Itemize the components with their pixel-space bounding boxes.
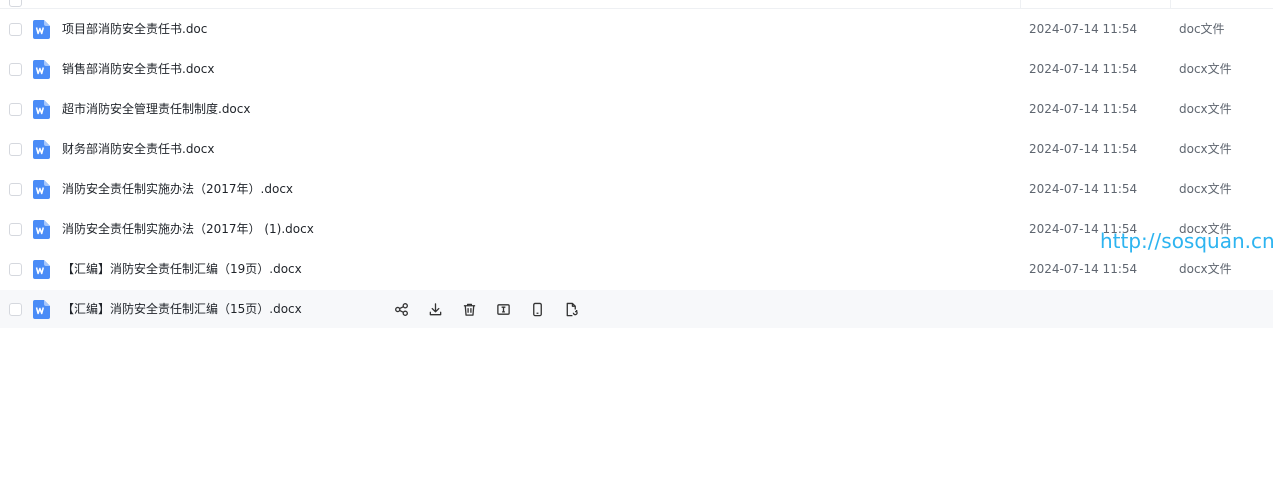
row-checkbox[interactable] (9, 183, 22, 196)
file-name[interactable]: 【汇编】消防安全责任制汇编（15页）.docx (62, 301, 302, 317)
file-type: docx文件 (1179, 142, 1232, 156)
modified-date: 2024-07-14 11:54 (1029, 62, 1138, 76)
word-file-icon (33, 260, 50, 279)
row-checkbox[interactable] (9, 303, 22, 316)
file-type: docx文件 (1179, 262, 1232, 276)
modified-date: 2024-07-14 11:54 (1029, 142, 1138, 156)
table-row[interactable]: 消防安全责任制实施办法（2017年）.docx 2024-07-14 11:54… (0, 170, 1273, 208)
watermark-text: http://sosquan.cn (1100, 229, 1273, 253)
row-checkbox[interactable] (9, 103, 22, 116)
row-checkbox[interactable] (9, 143, 22, 156)
download-icon[interactable] (426, 300, 444, 318)
share-icon[interactable] (392, 300, 410, 318)
row-checkbox[interactable] (9, 223, 22, 236)
mobile-icon[interactable] (528, 300, 546, 318)
row-checkbox[interactable] (9, 263, 22, 276)
modified-date: 2024-07-14 11:54 (1029, 102, 1138, 116)
table-row[interactable]: 项目部消防安全责任书.doc 2024-07-14 11:54 doc文件 (0, 10, 1273, 48)
table-row[interactable]: 销售部消防安全责任书.docx 2024-07-14 11:54 docx文件 (0, 50, 1273, 88)
modified-date: 2024-07-14 11:54 (1029, 22, 1138, 36)
select-all-checkbox[interactable] (9, 0, 22, 7)
delete-icon[interactable] (460, 300, 478, 318)
file-name[interactable]: 财务部消防安全责任书.docx (62, 141, 214, 157)
word-file-icon (33, 100, 50, 119)
modified-date: 2024-07-14 11:54 (1029, 182, 1138, 196)
file-name[interactable]: 销售部消防安全责任书.docx (62, 61, 214, 77)
file-name[interactable]: 超市消防安全管理责任制制度.docx (62, 101, 250, 117)
file-name[interactable]: 消防安全责任制实施办法（2017年）.docx (62, 181, 293, 197)
row-checkbox[interactable] (9, 23, 22, 36)
table-row[interactable]: 消防安全责任制实施办法（2017年） (1).docx 2024-07-14 1… (0, 210, 1273, 248)
table-header (0, 0, 1273, 9)
column-divider (1020, 0, 1021, 9)
word-file-icon (33, 180, 50, 199)
rename-icon[interactable] (494, 300, 512, 318)
file-name[interactable]: 【汇编】消防安全责任制汇编（19页）.docx (62, 261, 302, 277)
word-file-icon (33, 300, 50, 319)
table-row[interactable]: 财务部消防安全责任书.docx 2024-07-14 11:54 docx文件 (0, 130, 1273, 168)
file-type: doc文件 (1179, 22, 1225, 36)
row-checkbox[interactable] (9, 63, 22, 76)
modified-date: 2024-07-14 11:54 (1029, 262, 1138, 276)
word-file-icon (33, 20, 50, 39)
file-type: docx文件 (1179, 182, 1232, 196)
word-file-icon (33, 140, 50, 159)
file-type: docx文件 (1179, 62, 1232, 76)
table-row[interactable]: 超市消防安全管理责任制制度.docx 2024-07-14 11:54 docx… (0, 90, 1273, 128)
word-file-icon (33, 60, 50, 79)
column-divider (1170, 0, 1171, 9)
file-name[interactable]: 消防安全责任制实施办法（2017年） (1).docx (62, 221, 314, 237)
copy-icon[interactable] (562, 300, 580, 318)
file-name[interactable]: 项目部消防安全责任书.doc (62, 21, 207, 37)
table-row-hovered[interactable]: 【汇编】消防安全责任制汇编（15页）.docx (0, 290, 1273, 328)
word-file-icon (33, 220, 50, 239)
table-row[interactable]: 【汇编】消防安全责任制汇编（19页）.docx 2024-07-14 11:54… (0, 250, 1273, 288)
file-type: docx文件 (1179, 102, 1232, 116)
